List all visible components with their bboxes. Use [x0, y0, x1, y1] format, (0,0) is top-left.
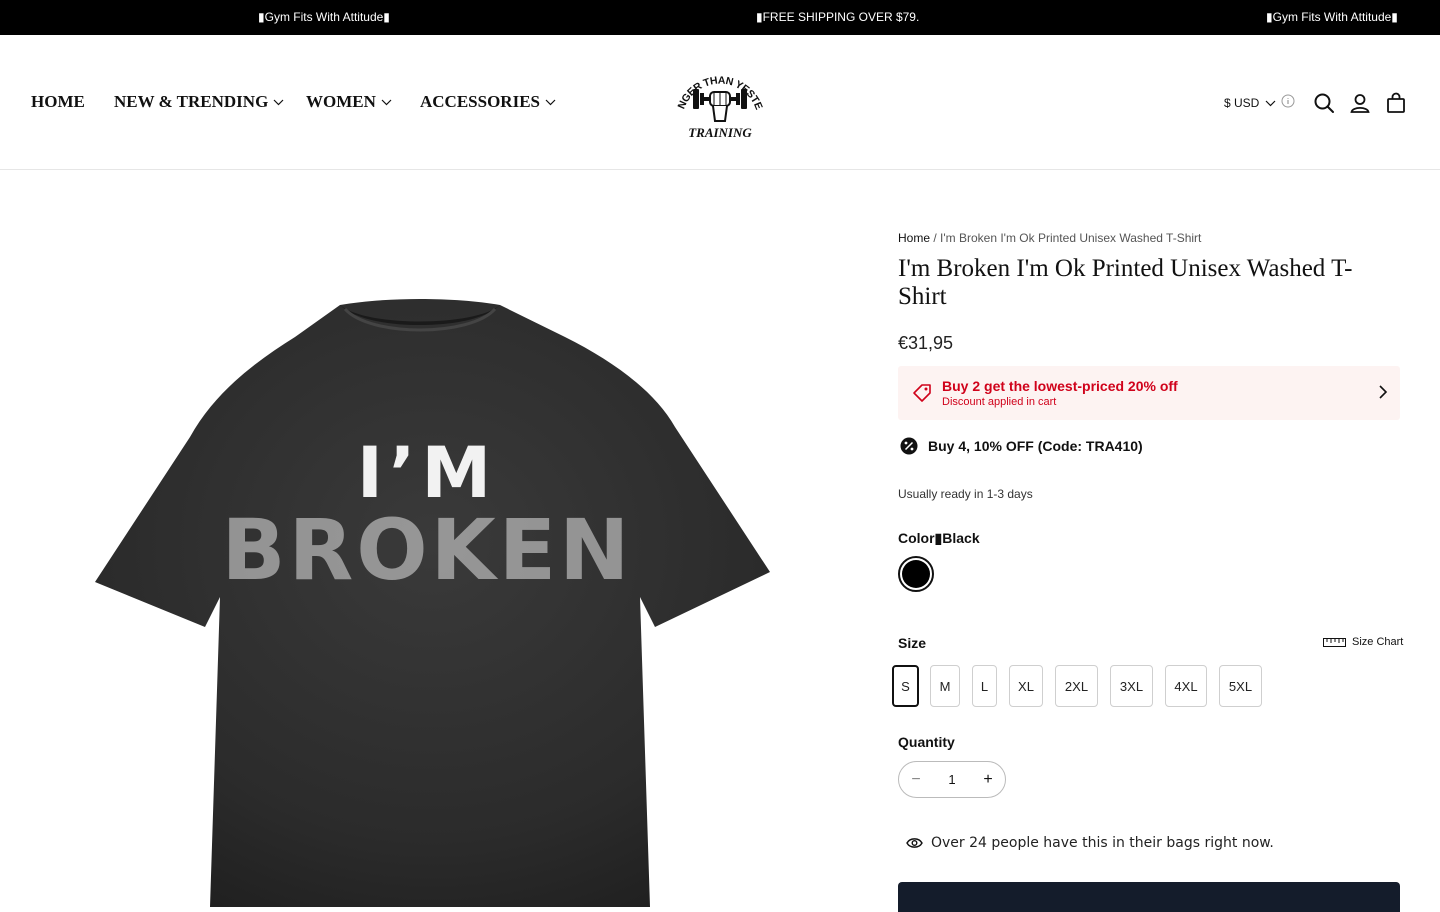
nav-accessories-label: ACCESSORIES — [420, 92, 540, 111]
size-chart-link[interactable]: Size Chart — [1323, 636, 1403, 648]
product-price: €31,95 — [898, 333, 954, 353]
quantity-increase-button[interactable]: + — [979, 771, 997, 789]
announcement-center: ▮FREE SHIPPING OVER $79. — [756, 10, 920, 24]
nav-new-trending[interactable]: NEW & TRENDING — [114, 92, 284, 112]
logo-bottom-text: TRAINING — [688, 125, 752, 140]
breadcrumb: Home / I'm Broken I'm Ok Printed Unisex … — [898, 231, 1201, 245]
quantity-label: Quantity — [898, 734, 955, 750]
size-option-l[interactable]: L — [972, 665, 997, 707]
size-option-m[interactable]: M — [930, 665, 960, 707]
quantity-stepper: − 1 + — [898, 761, 1006, 798]
currency-selector[interactable]: $ USD — [1224, 96, 1276, 110]
account-icon[interactable] — [1349, 92, 1371, 114]
shirt-print-line2: BROKEN — [222, 501, 633, 599]
breadcrumb-current: I'm Broken I'm Ok Printed Unisex Washed … — [940, 231, 1202, 245]
cart-icon[interactable] — [1385, 92, 1407, 114]
size-label: Size — [898, 635, 927, 651]
size-option-3xl[interactable]: 3XL — [1110, 665, 1153, 707]
info-icon[interactable] — [1281, 94, 1295, 108]
announcement-bar: ▮Gym Fits With Attitude▮ ▮FREE SHIPPING … — [0, 0, 1440, 35]
swatch-fill — [902, 560, 930, 588]
color-swatch-black[interactable] — [898, 556, 934, 592]
chevron-down-icon — [1265, 100, 1276, 106]
add-to-cart-button[interactable] — [898, 882, 1400, 912]
promo-title: Buy 2 get the lowest-priced 20% off — [942, 378, 1178, 394]
chevron-right-icon — [1379, 385, 1388, 399]
announcement-right: ▮Gym Fits With Attitude▮ — [1266, 10, 1398, 24]
chevron-down-icon — [381, 99, 392, 105]
nav-new-trending-label: NEW & TRENDING — [114, 92, 269, 111]
discount-icon — [900, 437, 918, 455]
nav-home[interactable]: HOME — [31, 92, 85, 112]
announcement-left: ▮Gym Fits With Attitude▮ — [258, 10, 390, 24]
size-option-5xl[interactable]: 5XL — [1219, 665, 1262, 707]
brand-logo[interactable]: STRONGER THAN YESTERDAY TRAINING — [665, 51, 775, 151]
nav-women-label: WOMEN — [306, 92, 376, 111]
color-label: Color▮Black — [898, 530, 980, 546]
ruler-icon — [1323, 637, 1346, 647]
coupon-text: Buy 4, 10% OFF (Code: TRA410) — [928, 438, 1143, 454]
size-option-xl[interactable]: XL — [1009, 665, 1043, 707]
size-option-s[interactable]: S — [892, 665, 919, 707]
quantity-decrease-button[interactable]: − — [907, 771, 925, 789]
social-proof-text: Over 24 people have this in their bags r… — [931, 835, 1274, 851]
product-image[interactable]: I’M BROKEN — [95, 297, 770, 907]
promo-subtitle: Discount applied in cart — [942, 396, 1057, 408]
tag-icon — [913, 384, 931, 402]
quantity-input[interactable]: 1 — [939, 772, 965, 787]
currency-label: $ USD — [1224, 96, 1260, 110]
eye-icon — [906, 838, 923, 848]
size-option-4xl[interactable]: 4XL — [1165, 665, 1207, 707]
size-chart-label: Size Chart — [1352, 636, 1404, 648]
breadcrumb-home[interactable]: Home — [898, 231, 930, 245]
coupon-offer: Buy 4, 10% OFF (Code: TRA410) — [900, 437, 1143, 455]
product-title: I'm Broken I'm Ok Printed Unisex Washed … — [898, 255, 1353, 310]
search-icon[interactable] — [1313, 92, 1335, 114]
social-proof: Over 24 people have this in their bags r… — [906, 835, 1274, 851]
chevron-down-icon — [273, 99, 284, 105]
ready-time: Usually ready in 1-3 days — [898, 487, 1033, 501]
nav-accessories[interactable]: ACCESSORIES — [420, 92, 556, 112]
site-header: HOME NEW & TRENDING WOMEN ACCESSORIES ST… — [0, 35, 1440, 170]
breadcrumb-separator: / — [930, 231, 941, 245]
size-option-2xl[interactable]: 2XL — [1055, 665, 1098, 707]
nav-women[interactable]: WOMEN — [306, 92, 392, 112]
nav-home-label: HOME — [31, 92, 85, 111]
chevron-down-icon — [545, 99, 556, 105]
promo-banner[interactable]: Buy 2 get the lowest-priced 20% off Disc… — [898, 366, 1400, 420]
